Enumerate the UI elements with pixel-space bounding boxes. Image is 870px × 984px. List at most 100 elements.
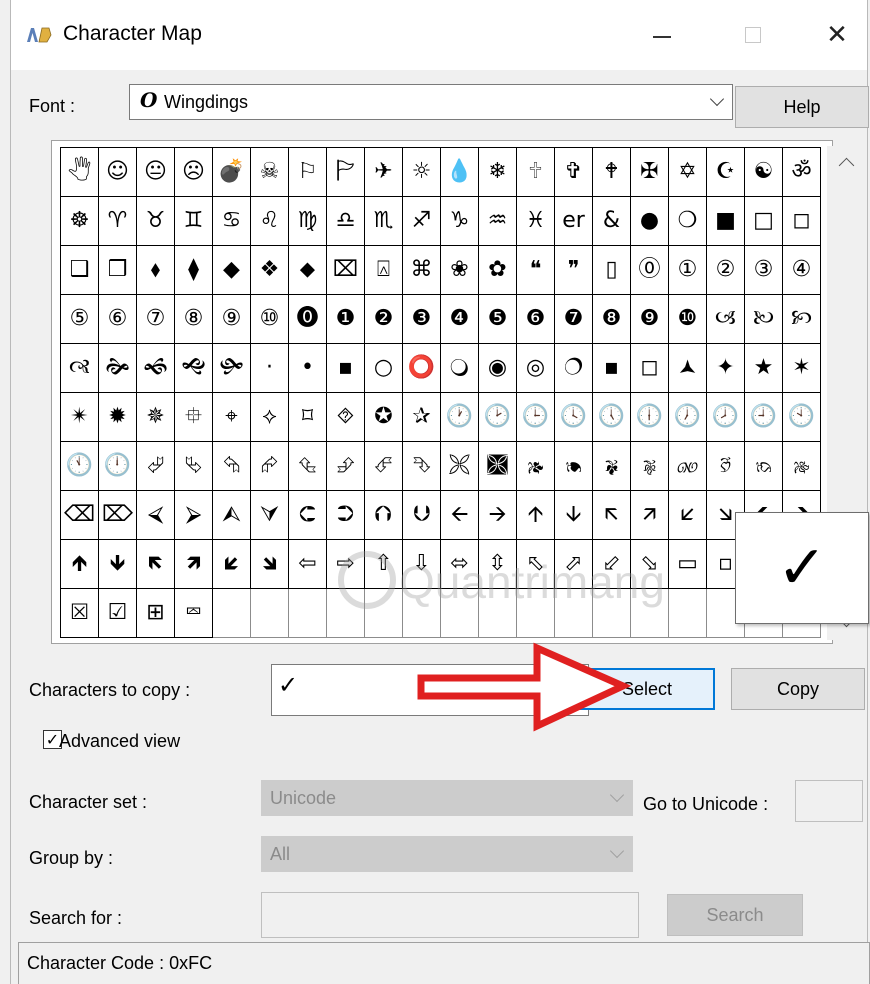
character-cell[interactable]: 🡫 — [555, 491, 593, 540]
character-cell[interactable]: ⌧ — [327, 246, 365, 295]
character-cell[interactable]: 🙖 — [631, 442, 669, 491]
character-cell[interactable]: ⧫ — [175, 246, 213, 295]
character-cell[interactable]: ⮰ — [137, 442, 175, 491]
character-cell[interactable]: 🕔 — [593, 393, 631, 442]
character-cell[interactable]: 🙐 — [669, 442, 707, 491]
character-cell[interactable]: ⌫ — [61, 491, 99, 540]
character-cell[interactable]: 🕆 — [517, 148, 555, 197]
character-cell[interactable]: 🖑 — [61, 148, 99, 197]
character-cell[interactable]: 🡹 — [61, 540, 99, 589]
character-cell[interactable]: ● — [631, 197, 669, 246]
character-cell[interactable]: ⯑ — [327, 393, 365, 442]
character-cell[interactable] — [631, 589, 669, 638]
character-cell[interactable]: ⮽ — [61, 589, 99, 638]
character-cell[interactable]: 🙪 — [441, 442, 479, 491]
character-cell[interactable] — [479, 589, 517, 638]
character-cell[interactable]: ❿ — [669, 295, 707, 344]
character-cell[interactable]: ⬂ — [631, 540, 669, 589]
character-cell[interactable]: 🏱 — [327, 148, 365, 197]
character-cell[interactable]: 🡯 — [669, 491, 707, 540]
character-cell[interactable]: ✴ — [61, 393, 99, 442]
character-cell[interactable] — [441, 589, 479, 638]
character-cell[interactable] — [365, 589, 403, 638]
character-cell[interactable]: ☺ — [99, 148, 137, 197]
character-cell[interactable] — [555, 589, 593, 638]
character-cell[interactable]: 🕒 — [517, 393, 555, 442]
character-cell[interactable]: ⬥ — [289, 246, 327, 295]
character-cell[interactable]: ⑨ — [213, 295, 251, 344]
character-cell[interactable]: 🕐 — [441, 393, 479, 442]
character-cell[interactable]: ♈ — [99, 197, 137, 246]
character-cell[interactable]: ♌ — [251, 197, 289, 246]
character-cell[interactable]: ❺ — [479, 295, 517, 344]
character-cell[interactable]: ◎ — [517, 344, 555, 393]
character-cell[interactable]: ☑ — [99, 589, 137, 638]
character-cell[interactable]: ❝ — [517, 246, 555, 295]
character-cell[interactable]: ③ — [745, 246, 783, 295]
character-cell[interactable]: ✠ — [631, 148, 669, 197]
character-cell[interactable]: ❒ — [99, 246, 137, 295]
character-cell[interactable]: 🕛 — [99, 442, 137, 491]
character-cell[interactable]: ⓪ — [631, 246, 669, 295]
character-cell[interactable]: ⬁ — [517, 540, 555, 589]
character-cell[interactable]: ❾ — [631, 295, 669, 344]
character-cell[interactable]: ❸ — [403, 295, 441, 344]
character-cell[interactable]: ❖ — [251, 246, 289, 295]
character-cell[interactable] — [669, 589, 707, 638]
character-cell[interactable]: ॐ — [783, 148, 821, 197]
character-cell[interactable]: er — [555, 197, 593, 246]
character-cell[interactable]: ❶ — [327, 295, 365, 344]
character-cell[interactable]: 🙓 — [783, 442, 821, 491]
copy-button[interactable]: Copy — [731, 668, 865, 710]
character-cell[interactable]: 🡻 — [99, 540, 137, 589]
character-cell[interactable] — [251, 589, 289, 638]
character-cell[interactable]: ▪ — [327, 344, 365, 393]
character-cell[interactable]: ☯ — [745, 148, 783, 197]
character-cell[interactable]: ⬄ — [441, 540, 479, 589]
character-cell[interactable]: ⇧ — [365, 540, 403, 589]
character-cell[interactable]: ❀ — [441, 246, 479, 295]
character-cell[interactable]: ◻ — [783, 197, 821, 246]
chevron-down-icon[interactable] — [709, 91, 725, 107]
character-cell[interactable]: ⍓ — [365, 246, 403, 295]
character-cell[interactable]: 🕚 — [61, 442, 99, 491]
character-cell[interactable]: ♍ — [289, 197, 327, 246]
character-cell[interactable]: ❷ — [365, 295, 403, 344]
character-cell[interactable]: 🙝 — [175, 344, 213, 393]
character-cell[interactable]: ◆ — [213, 246, 251, 295]
character-cell[interactable]: ⑥ — [99, 295, 137, 344]
character-cell[interactable]: ⮴ — [289, 442, 327, 491]
character-cell[interactable]: • — [289, 344, 327, 393]
character-cell[interactable]: 🙔 — [555, 442, 593, 491]
character-cell[interactable]: 🕓 — [555, 393, 593, 442]
character-cell[interactable]: 🕙 — [783, 393, 821, 442]
character-cell[interactable]: 🡿 — [213, 540, 251, 589]
character-cell[interactable]: ⌖ — [213, 393, 251, 442]
character-cell[interactable]: 🙞 — [99, 344, 137, 393]
character-cell[interactable]: ♉ — [137, 197, 175, 246]
character-cell[interactable]: ⓿ — [289, 295, 327, 344]
character-cell[interactable]: 🕕 — [631, 393, 669, 442]
character-cell[interactable]: ⑤ — [61, 295, 99, 344]
close-button[interactable]: ✕ — [807, 14, 867, 56]
character-cell[interactable]: 🡬 — [593, 491, 631, 540]
character-cell[interactable]: 🙑 — [707, 442, 745, 491]
character-cell[interactable]: 🕑 — [479, 393, 517, 442]
character-cell[interactable]: ⮵ — [327, 442, 365, 491]
character-cell[interactable]: ⭕ — [403, 344, 441, 393]
character-cell[interactable] — [517, 589, 555, 638]
character-cell[interactable]: ⑩ — [251, 295, 289, 344]
character-cell[interactable]: ① — [669, 246, 707, 295]
character-cell[interactable]: ❼ — [555, 295, 593, 344]
character-cell[interactable]: ⮛ — [251, 491, 289, 540]
character-cell[interactable]: 🙠 — [745, 295, 783, 344]
character-cell[interactable]: ♋ — [213, 197, 251, 246]
character-cell[interactable]: ❽ — [593, 295, 631, 344]
help-button[interactable]: Help — [735, 86, 869, 128]
character-cell[interactable]: ⬃ — [593, 540, 631, 589]
character-cell[interactable]: 🡨 — [441, 491, 479, 540]
character-cell[interactable]: 💧 — [441, 148, 479, 197]
character-cell[interactable]: ⮱ — [175, 442, 213, 491]
character-cell[interactable]: & — [593, 197, 631, 246]
character-cell[interactable]: ⇨ — [327, 540, 365, 589]
